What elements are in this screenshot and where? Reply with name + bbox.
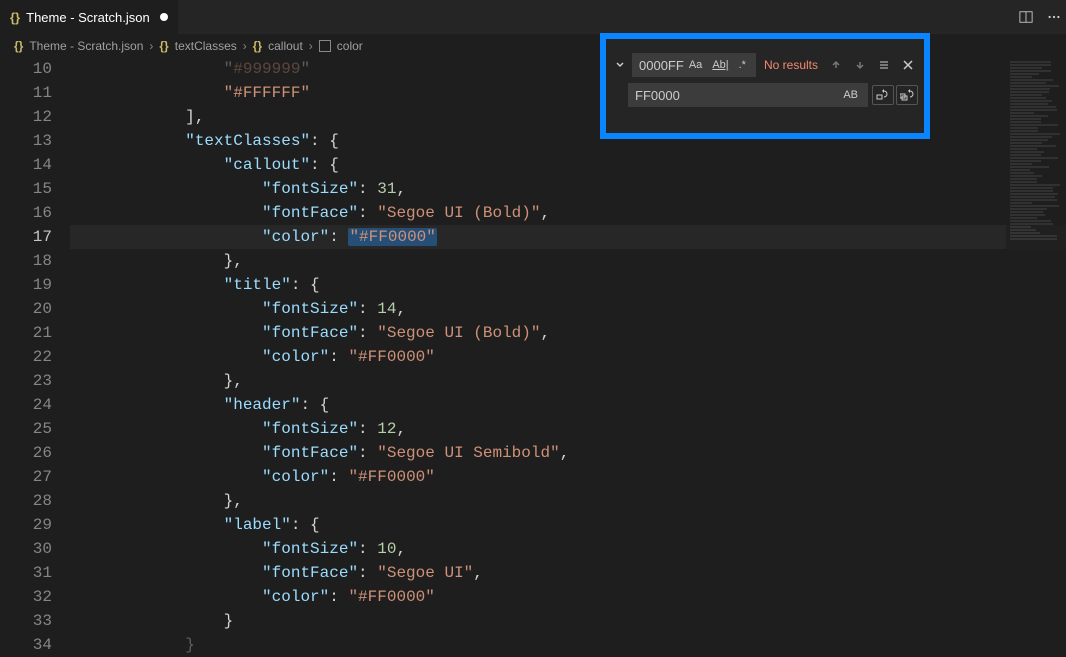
json-file-icon: {} [10, 10, 20, 25]
breadcrumb-item[interactable]: callout [268, 39, 303, 53]
color-swatch-icon [319, 40, 331, 52]
braces-icon: {} [253, 39, 262, 53]
search-input[interactable]: 0000FF Aa Ab| .* [632, 53, 756, 77]
tab-bar: {} Theme - Scratch.json [0, 0, 1066, 35]
code-content[interactable]: "#999999" "#FFFFFF" ], "textClasses": { … [70, 57, 1066, 629]
match-case-icon[interactable]: Aa [686, 58, 705, 72]
find-replace-panel: 0000FF Aa Ab| .* No results FF0000 [600, 33, 930, 139]
split-editor-icon[interactable] [1018, 9, 1034, 25]
find-status: No results [760, 58, 822, 72]
breadcrumb-item[interactable]: Theme - Scratch.json [29, 39, 143, 53]
tab-active[interactable]: {} Theme - Scratch.json [0, 0, 178, 34]
replace-input[interactable]: FF0000 AB [628, 83, 868, 107]
previous-match-icon[interactable] [826, 55, 846, 75]
chevron-right-icon: › [149, 39, 153, 53]
breadcrumb-item[interactable]: textClasses [175, 39, 237, 53]
next-match-icon[interactable] [850, 55, 870, 75]
match-whole-word-icon[interactable]: Ab| [709, 58, 731, 72]
braces-icon: {} [159, 39, 168, 53]
tab-dirty-indicator-icon[interactable] [160, 13, 168, 21]
replace-all-icon[interactable] [896, 85, 918, 105]
replace-one-icon[interactable] [872, 85, 894, 105]
tab-title: Theme - Scratch.json [26, 10, 150, 25]
replace-value: FF0000 [635, 88, 680, 103]
search-value: 0000FF [639, 58, 684, 73]
minimap[interactable] [1006, 60, 1066, 620]
use-regex-icon[interactable]: .* [736, 58, 749, 72]
line-gutter: 1011121314151617181920212223242526272829… [0, 57, 70, 629]
code-editor[interactable]: 1011121314151617181920212223242526272829… [0, 57, 1066, 629]
chevron-right-icon: › [243, 39, 247, 53]
chevron-right-icon: › [309, 39, 313, 53]
preserve-case-icon[interactable]: AB [840, 88, 861, 102]
more-actions-icon[interactable] [1046, 9, 1062, 25]
toggle-replace-icon[interactable] [612, 60, 628, 70]
breadcrumb-item[interactable]: color [337, 39, 363, 53]
close-find-icon[interactable] [898, 55, 918, 75]
json-file-icon: {} [14, 39, 23, 53]
find-in-selection-icon[interactable] [874, 55, 894, 75]
